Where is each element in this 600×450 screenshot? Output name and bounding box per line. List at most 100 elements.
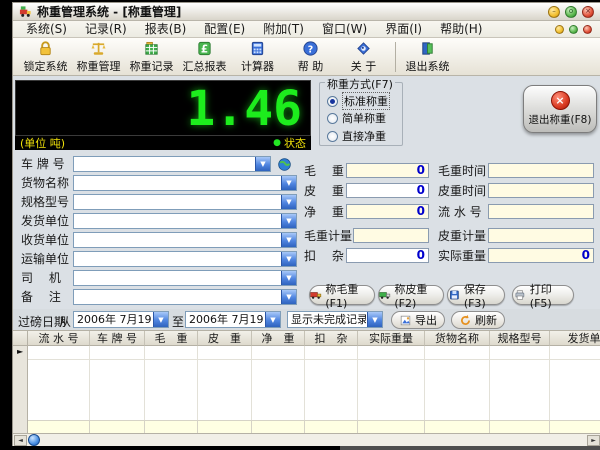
chevron-down-icon[interactable]: ▼ bbox=[255, 157, 270, 171]
remarks-label: 备 注 bbox=[21, 289, 61, 305]
maximize-button-icon[interactable]: o bbox=[565, 6, 577, 18]
svg-text:£: £ bbox=[201, 43, 208, 55]
refresh-button[interactable]: 刷新 bbox=[451, 311, 505, 329]
deduction-label: 扣 杂 bbox=[304, 248, 344, 264]
weigh-manage-button[interactable]: 称重管理 bbox=[72, 40, 125, 74]
calculator-icon bbox=[249, 40, 266, 57]
driver-combo[interactable]: ▼ bbox=[73, 270, 297, 286]
col-tare[interactable]: 皮 重 bbox=[198, 331, 252, 346]
menu-config[interactable]: 配置(E) bbox=[195, 21, 254, 37]
tare-time-field[interactable] bbox=[488, 183, 594, 198]
menu-records[interactable]: 记录(R) bbox=[76, 21, 136, 37]
mdi-minimize-icon[interactable] bbox=[555, 25, 564, 34]
chevron-down-icon[interactable]: ▼ bbox=[281, 176, 296, 190]
serial-number-field[interactable] bbox=[488, 204, 594, 219]
chevron-down-icon[interactable]: ▼ bbox=[153, 312, 168, 327]
menu-addons[interactable]: 附加(T) bbox=[254, 21, 313, 37]
chevron-down-icon[interactable]: ▼ bbox=[281, 233, 296, 247]
menu-help[interactable]: 帮助(H) bbox=[431, 21, 491, 37]
app-window: 称重管理系统 - [称重管理] – o × 系统(S) 记录(R) 报表(B) … bbox=[12, 2, 600, 446]
tare-time-label: 皮重时间 bbox=[438, 183, 486, 199]
actual-weight-field[interactable]: 0 bbox=[488, 248, 594, 263]
radio-standard-weigh[interactable]: 标准称重 bbox=[327, 92, 390, 110]
exit-system-button[interactable]: 退出系统 bbox=[401, 40, 454, 74]
chevron-down-icon[interactable]: ▼ bbox=[265, 312, 280, 327]
print-button[interactable]: 打印(F5) bbox=[512, 285, 574, 305]
col-serial[interactable]: 流 水 号 bbox=[28, 331, 90, 346]
title-bar[interactable]: 称重管理系统 - [称重管理] – o × bbox=[13, 3, 600, 21]
exit-weighing-button[interactable]: × 退出称重(F8) bbox=[523, 85, 597, 133]
gross-meter-field[interactable] bbox=[353, 228, 429, 243]
col-goods[interactable]: 货物名称 bbox=[425, 331, 490, 346]
menu-system[interactable]: 系统(S) bbox=[17, 21, 76, 37]
menu-window[interactable]: 窗口(W) bbox=[313, 21, 376, 37]
col-actual[interactable]: 实际重量 bbox=[358, 331, 425, 346]
weigh-tare-button[interactable]: 称皮重(F2) bbox=[378, 285, 444, 305]
save-disk-icon bbox=[448, 289, 461, 301]
chevron-down-icon[interactable]: ▼ bbox=[281, 271, 296, 285]
close-button-icon[interactable]: × bbox=[582, 6, 594, 18]
radio-direct-net[interactable]: 直接净重 bbox=[327, 128, 386, 144]
tare-meter-field[interactable] bbox=[488, 228, 594, 243]
transporter-label: 运输单位 bbox=[21, 251, 69, 267]
save-button[interactable]: 保存(F3) bbox=[447, 285, 505, 305]
minimize-button-icon[interactable]: – bbox=[548, 6, 560, 18]
weigh-gross-button[interactable]: 称毛重(F1) bbox=[309, 285, 375, 305]
scale-icon bbox=[90, 40, 107, 57]
tare-weight-field[interactable]: 0 bbox=[346, 183, 429, 198]
weigh-records-button[interactable]: 称重记录 bbox=[125, 40, 178, 74]
chevron-down-icon[interactable]: ▼ bbox=[281, 195, 296, 209]
calculator-button[interactable]: 计算器 bbox=[231, 40, 284, 74]
chevron-down-icon[interactable]: ▼ bbox=[281, 252, 296, 266]
spec-model-combo[interactable]: ▼ bbox=[73, 194, 297, 210]
col-plate[interactable]: 车 牌 号 bbox=[90, 331, 145, 346]
goods-name-combo[interactable]: ▼ bbox=[73, 175, 297, 191]
scroll-right-icon[interactable]: ► bbox=[587, 435, 600, 446]
menu-reports[interactable]: 报表(B) bbox=[136, 21, 196, 37]
gross-time-field[interactable] bbox=[488, 163, 594, 178]
plate-lookup-button[interactable] bbox=[275, 156, 293, 172]
remarks-combo[interactable]: ▼ bbox=[73, 289, 297, 305]
col-shipper[interactable]: 发货单位 bbox=[550, 331, 600, 346]
shipper-combo[interactable]: ▼ bbox=[73, 213, 297, 229]
menu-ui[interactable]: 界面(I) bbox=[376, 21, 431, 37]
green-truck-icon bbox=[379, 289, 391, 301]
bottom-strip bbox=[340, 446, 600, 450]
receiver-combo[interactable]: ▼ bbox=[73, 232, 297, 248]
status-dot-icon: ● bbox=[273, 139, 281, 148]
from-date-picker[interactable]: 2006年 7月19日 ▼ bbox=[73, 311, 169, 328]
plate-number-combo[interactable]: ▼ bbox=[73, 156, 271, 172]
svg-text:?: ? bbox=[308, 44, 313, 55]
mdi-restore-icon[interactable] bbox=[569, 25, 578, 34]
scroll-left-icon[interactable]: ◄ bbox=[14, 435, 27, 446]
col-spec[interactable]: 规格型号 bbox=[490, 331, 550, 346]
export-chart-icon bbox=[399, 314, 412, 327]
col-gross[interactable]: 毛 重 bbox=[145, 331, 198, 346]
toolbar: 锁定系统 称重管理 称重记录 £ 汇总报表 计算器 ? 帮 助 bbox=[13, 38, 600, 76]
col-deduction[interactable]: 扣 杂 bbox=[305, 331, 358, 346]
gross-meter-label: 毛重计量 bbox=[304, 228, 352, 244]
current-row-marker-icon: ► bbox=[17, 348, 23, 356]
net-weight-field[interactable]: 0 bbox=[346, 204, 429, 219]
serial-number-label: 流 水 号 bbox=[438, 204, 482, 220]
export-button[interactable]: 导出 bbox=[391, 311, 445, 329]
transporter-combo[interactable]: ▼ bbox=[73, 251, 297, 267]
chevron-down-icon[interactable]: ▼ bbox=[281, 290, 296, 304]
about-icon bbox=[355, 40, 372, 57]
horizontal-scrollbar[interactable]: ◄ ► bbox=[13, 433, 600, 446]
chevron-down-icon[interactable]: ▼ bbox=[281, 214, 296, 228]
about-button[interactable]: 关 于 bbox=[337, 40, 390, 74]
deduction-field[interactable]: 0 bbox=[346, 248, 429, 263]
to-date-picker[interactable]: 2006年 7月19日 ▼ bbox=[185, 311, 281, 328]
mdi-close-icon[interactable] bbox=[583, 25, 592, 34]
gross-weight-field[interactable]: 0 bbox=[346, 163, 429, 178]
record-filter-select[interactable]: 显示未完成记录 ▼ bbox=[287, 311, 383, 328]
scrollbar-thumb[interactable] bbox=[28, 434, 40, 446]
summary-report-button[interactable]: £ 汇总报表 bbox=[178, 40, 231, 74]
radio-simple-weigh[interactable]: 简单称重 bbox=[327, 110, 386, 126]
lock-system-button[interactable]: 锁定系统 bbox=[19, 40, 72, 74]
col-net[interactable]: 净 重 bbox=[252, 331, 305, 346]
to-label: 至 bbox=[172, 313, 184, 330]
help-button[interactable]: ? 帮 助 bbox=[284, 40, 337, 74]
chevron-down-icon[interactable]: ▼ bbox=[367, 312, 382, 327]
